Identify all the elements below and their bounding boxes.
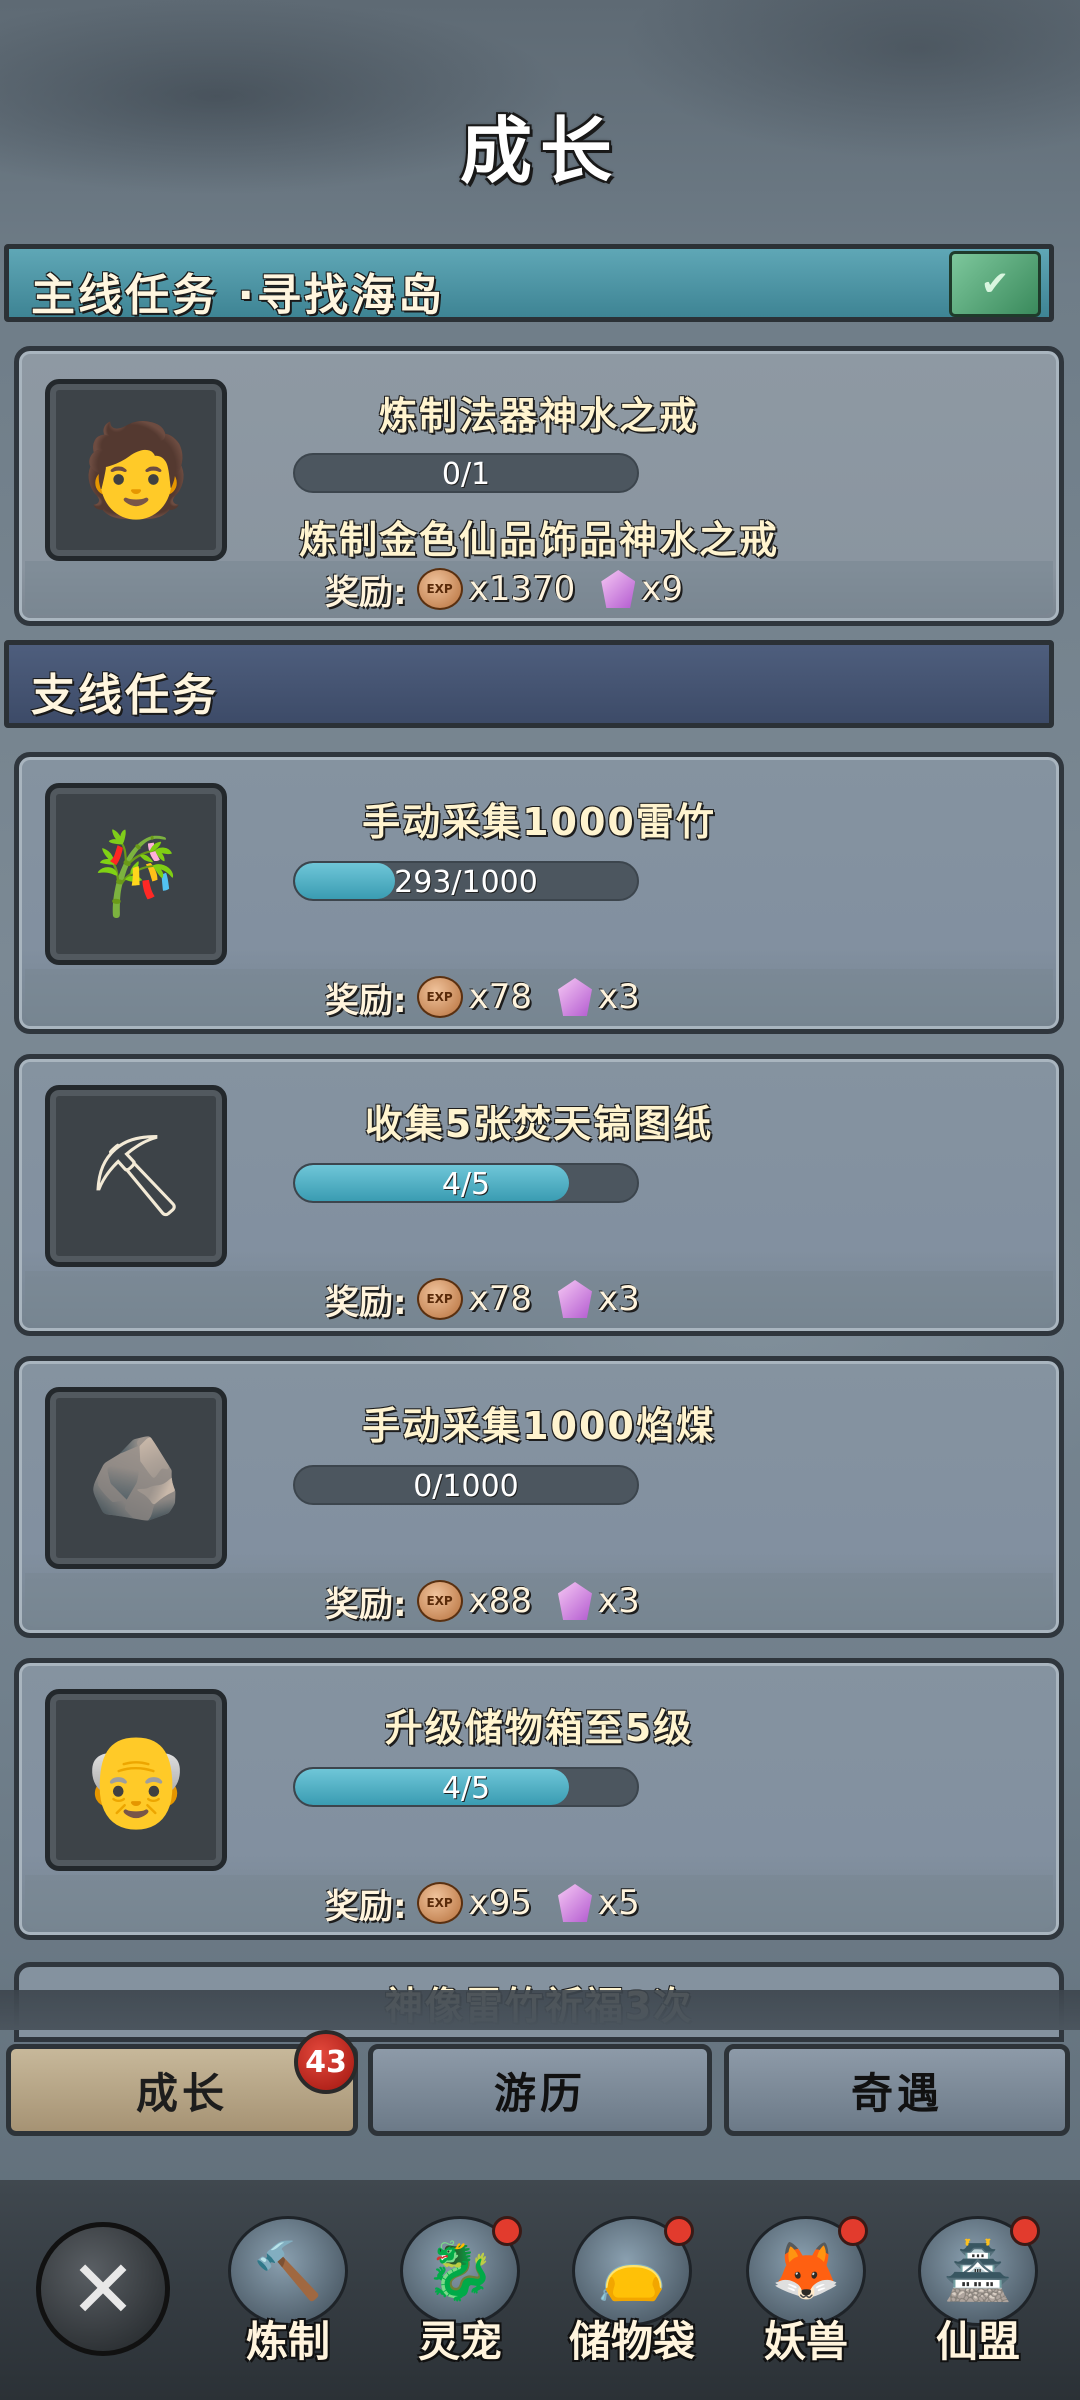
task-progress: 4/5 (293, 1767, 639, 1807)
nav-label: 炼制 (245, 2317, 330, 2366)
quest-scroll-icon[interactable]: ✔ (949, 251, 1041, 317)
gem-icon (558, 1280, 592, 1318)
gem-icon (601, 570, 636, 608)
tab-adventure[interactable]: 奇遇 (724, 2044, 1070, 2136)
task-progress: 0/1000 (293, 1465, 639, 1505)
page-title: 成长 (459, 109, 620, 193)
progress-text: 0/1 (441, 457, 491, 492)
reward-row: 奖励: EXP x78 x3 (25, 1271, 1053, 1325)
branch-quest-label: 支线任务 (31, 670, 219, 721)
reward-row: 奖励: EXP x88 x3 (25, 1573, 1053, 1627)
gem-amount: x3 (598, 1581, 640, 1621)
task-title: 手动采集1000焰煤 (362, 1404, 716, 1448)
gem-amount: x3 (598, 977, 640, 1017)
tab-bar: 成长 游历 奇遇 (0, 2044, 1080, 2140)
gem-icon (558, 1884, 592, 1922)
red-dot-icon (492, 2216, 522, 2246)
exp-icon: EXP (416, 1580, 463, 1622)
progress-text: 4/5 (441, 1167, 491, 1202)
progress-text: 4/5 (441, 1771, 491, 1806)
nav-label: 灵宠 (417, 2317, 502, 2366)
main-task-description: 炼制金色仙品饰品神水之戒 (298, 518, 779, 562)
progress-text: 293/1000 (394, 865, 538, 900)
main-quest-header: 主线任务 ·寻找海岛 ✔ (4, 244, 1054, 322)
reward: 奖励: EXP x95 x5 (325, 1881, 640, 1927)
reward-row: 奖励: EXP x78 x3 (25, 969, 1053, 1023)
reward-label: 奖励: (325, 1584, 407, 1625)
nav-label: 储物袋 (568, 2317, 695, 2366)
gem-icon (558, 1582, 592, 1620)
red-dot-icon (838, 2216, 868, 2246)
nav-label: 妖兽 (763, 2317, 848, 2366)
exp-amount: x78 (468, 977, 532, 1017)
reward-row: 奖励: EXP x95 x5 (25, 1875, 1053, 1929)
red-dot-icon (664, 2216, 694, 2246)
exp-amount: x95 (468, 1883, 532, 1923)
task-progress: 293/1000 (293, 861, 639, 901)
reward-label: 奖励: (325, 1886, 407, 1927)
branch-task-card[interactable]: 🎋 手动采集1000雷竹 293/1000 奖励: EXP x78 x3 (14, 752, 1064, 1034)
close-button[interactable]: ✕ (36, 2222, 170, 2356)
red-dot-icon (1010, 2216, 1040, 2246)
exp-amount: x78 (468, 1279, 532, 1319)
gem-amount: x5 (598, 1883, 640, 1923)
reward-row: 奖励: EXP x1370 x9 (25, 561, 1053, 615)
reward: 奖励: EXP x1370 x9 (325, 567, 684, 613)
branch-task-card[interactable]: 🪨 手动采集1000焰煤 0/1000 奖励: EXP x88 x3 (14, 1356, 1064, 1638)
divider (0, 1990, 1080, 2030)
tab-travel[interactable]: 游历 (368, 2044, 712, 2136)
nav-item-alliance[interactable]: 🏯 仙盟 (908, 2216, 1048, 2386)
exp-icon: EXP (416, 1882, 463, 1924)
reward-label: 奖励: (325, 572, 407, 613)
bottom-nav: ✕ 🔨 炼制 🐉 灵宠 👝 储物袋 🦊 妖兽 🏯 仙盟 (0, 2180, 1080, 2400)
task-title: 收集5张焚天镐图纸 (364, 1102, 714, 1146)
branch-task-card[interactable]: ⛏ 收集5张焚天镐图纸 4/5 奖励: EXP x78 x3 (14, 1054, 1064, 1336)
exp-icon: EXP (416, 976, 463, 1018)
reward: 奖励: EXP x78 x3 (325, 975, 640, 1021)
nav-item-beast[interactable]: 🦊 妖兽 (736, 2216, 876, 2386)
exp-icon: EXP (416, 568, 463, 610)
reward: 奖励: EXP x88 x3 (325, 1579, 640, 1625)
progress-text: 0/1000 (413, 1469, 519, 1504)
main-task-progress: 0/1 (293, 453, 639, 493)
gem-amount: x3 (598, 1279, 640, 1319)
main-quest-card[interactable]: 🧑 炼制法器神水之戒 0/1 炼制金色仙品饰品神水之戒 奖励: EXP x137… (14, 346, 1064, 626)
main-quest-label: 主线任务 ·寻找海岛 (31, 270, 446, 321)
task-progress: 4/5 (293, 1163, 639, 1203)
nav-item-pet[interactable]: 🐉 灵宠 (390, 2216, 530, 2386)
exp-icon: EXP (416, 1278, 463, 1320)
reward: 奖励: EXP x78 x3 (325, 1277, 640, 1323)
reward-label: 奖励: (325, 980, 407, 1021)
notification-badge: 43 (294, 2030, 358, 2094)
gem-amount: x9 (641, 569, 684, 609)
task-title: 升级储物箱至5级 (384, 1706, 694, 1750)
exp-amount: x88 (468, 1581, 532, 1621)
exp-amount: x1370 (468, 569, 576, 609)
nav-item-forge[interactable]: 🔨 炼制 (218, 2216, 358, 2386)
branch-task-card[interactable]: 👴 升级储物箱至5级 4/5 奖励: EXP x95 x5 (14, 1658, 1064, 1940)
nav-label: 仙盟 (935, 2317, 1020, 2366)
branch-quest-header: 支线任务 (4, 640, 1054, 728)
nav-item-bag[interactable]: 👝 储物袋 (562, 2216, 702, 2386)
task-title: 手动采集1000雷竹 (362, 800, 716, 844)
gem-icon (558, 978, 592, 1016)
main-task-title: 炼制法器神水之戒 (378, 394, 699, 438)
reward-label: 奖励: (325, 1282, 407, 1323)
